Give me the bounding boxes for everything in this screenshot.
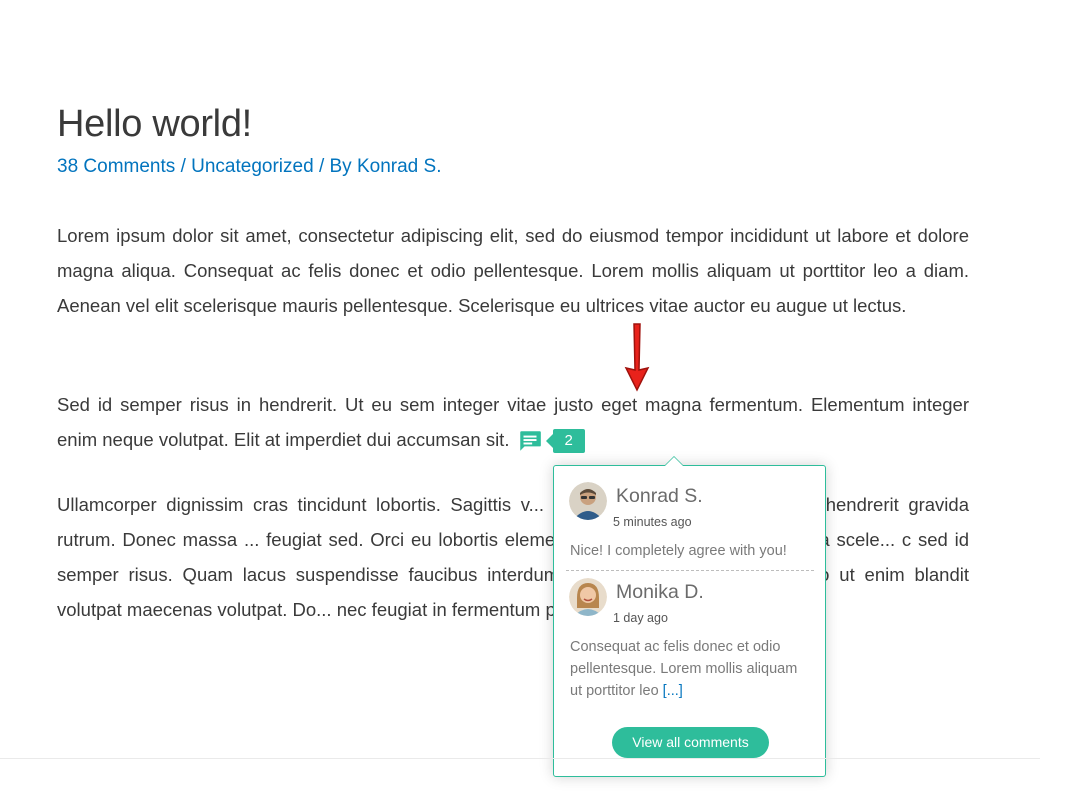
by-label: By	[329, 156, 352, 177]
comment-bubble-icon[interactable]	[517, 428, 543, 454]
category-link[interactable]: Uncategorized	[191, 156, 314, 177]
comment-text: Nice! I completely agree with you!	[570, 543, 787, 559]
footer-divider	[0, 758, 1040, 759]
post-meta: 38 Comments / Uncategorized / By Konrad …	[57, 155, 441, 179]
paragraph-1: Lorem ipsum dolor sit amet, consectetur …	[57, 225, 969, 316]
page-title: Hello world!	[57, 103, 252, 145]
comment-text: Consequat ac felis donec et odio pellent…	[570, 636, 810, 702]
author-link[interactable]: Konrad S.	[357, 156, 442, 177]
comments-count-link[interactable]: 38 Comments	[57, 156, 175, 177]
avatar	[569, 482, 607, 520]
comment-time: 5 minutes ago	[613, 515, 692, 529]
read-more-link[interactable]: [...]	[663, 683, 683, 699]
inline-comments-trigger[interactable]: 2	[517, 422, 585, 457]
comment-time: 1 day ago	[613, 611, 668, 625]
comment-author: Konrad S.	[616, 485, 703, 507]
comments-popup: Konrad S. 5 minutes ago Nice! I complete…	[553, 456, 826, 777]
meta-separator: /	[318, 156, 325, 177]
avatar	[569, 578, 607, 616]
red-arrow-down-icon	[624, 323, 650, 392]
meta-separator: /	[180, 156, 186, 177]
comment-count-badge[interactable]: 2	[546, 428, 585, 453]
paragraph-3: Ullamcorper dignissim cras tincidunt lob…	[57, 494, 969, 620]
comment-text-body: Consequat ac felis donec et odio pellent…	[570, 639, 798, 699]
view-all-comments-button[interactable]: View all comments	[612, 727, 769, 758]
paragraph-2: Sed id semper risus in hendrerit. Ut eu …	[57, 387, 969, 459]
comment-divider	[566, 570, 814, 571]
paragraph-2-text: Sed id semper risus in hendrerit. Ut eu …	[57, 394, 969, 450]
comment-author: Monika D.	[616, 581, 704, 603]
